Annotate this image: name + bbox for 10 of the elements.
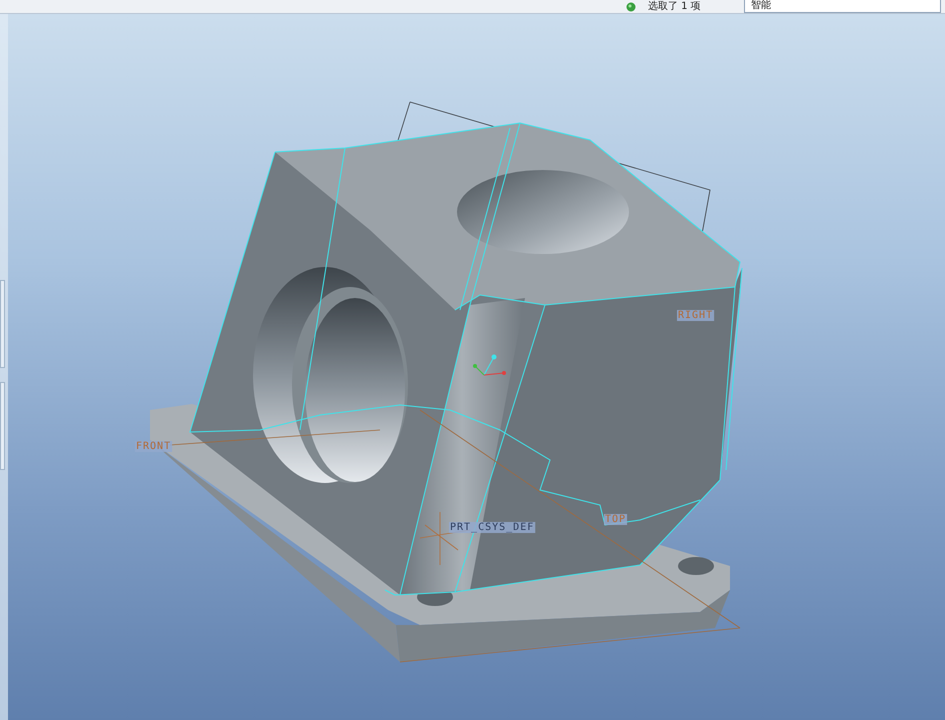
filter-field[interactable]: 智能 <box>744 0 941 13</box>
gem-icon[interactable] <box>626 2 636 12</box>
datum-plane-label: TOP <box>605 514 626 525</box>
sash-handle[interactable] <box>0 280 5 368</box>
coordinate-axes-icon <box>473 354 506 376</box>
selection-count: 选取了 1 项 <box>648 0 702 12</box>
sash-handle[interactable] <box>0 382 5 470</box>
datum-plane-label: RIGHT <box>678 310 714 321</box>
datum-plane-label: FRONT <box>136 441 172 452</box>
csys-label: PRT_CSYS_DEF <box>450 522 534 533</box>
